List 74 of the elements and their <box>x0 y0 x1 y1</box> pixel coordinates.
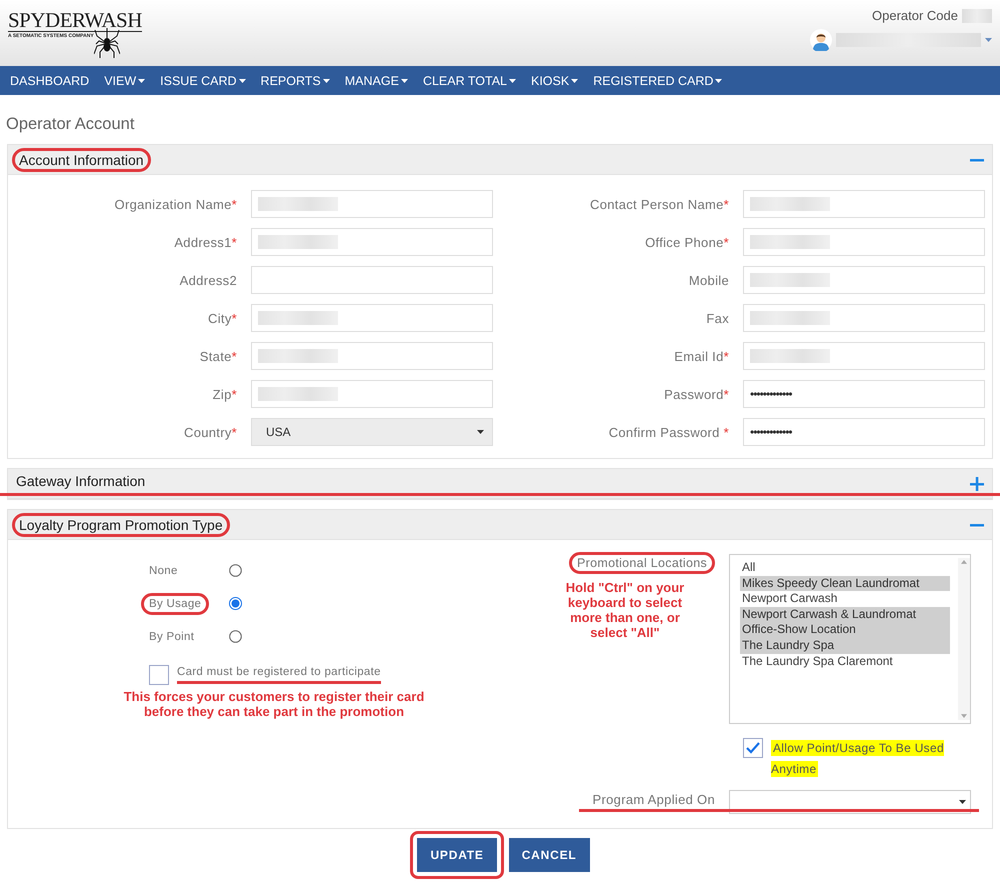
checkbox-label: Allow Point/Usage To Be Used Anytime <box>771 739 945 779</box>
radio-button[interactable] <box>229 597 242 610</box>
list-option[interactable]: The Laundry Spa Claremont <box>740 654 950 670</box>
field-label: City* <box>207 310 237 326</box>
input-field[interactable] <box>743 342 985 370</box>
spider-icon <box>94 28 120 58</box>
logo-wordmark: SPYDERWASH <box>8 10 142 32</box>
field-label: Email Id* <box>673 348 729 364</box>
section-title: Gateway Information <box>15 472 146 490</box>
input-field[interactable] <box>251 190 493 218</box>
password-field[interactable]: ••••••••••••• <box>743 380 985 408</box>
field-label: Mobile <box>688 272 729 288</box>
scrollbar[interactable] <box>958 558 970 720</box>
nav-item[interactable]: REGISTERED CARD <box>585 66 730 95</box>
nav-item[interactable]: KIOSK <box>523 66 586 95</box>
expand-icon[interactable] <box>970 476 984 490</box>
list-option[interactable]: Newport Carwash <box>740 591 950 607</box>
annotation-note: Hold "Ctrl" on your keyboard to select more than one, or select "All" <box>564 580 686 640</box>
input-field[interactable] <box>743 304 985 332</box>
list-option[interactable]: All <box>740 560 950 576</box>
input-field[interactable] <box>251 380 493 408</box>
locations-listbox[interactable]: All Mikes Speedy Clean Laundromat Newport Carwash Newport Carwash & Laundromat Office-Show Location The Laundry Spa The Laundry Spa Claremont <box>729 554 971 724</box>
input-field[interactable] <box>743 190 985 218</box>
input-field[interactable] <box>251 342 493 370</box>
checkbox[interactable] <box>149 665 169 685</box>
list-option[interactable]: Office-Show Location <box>740 622 950 638</box>
field-label: Password* <box>663 386 729 402</box>
caret-icon <box>959 800 966 804</box>
list-option[interactable]: Mikes Speedy Clean Laundromat <box>740 576 950 592</box>
field-label: Office Phone* <box>644 234 729 250</box>
field-label: Program Applied On <box>592 792 715 806</box>
check-icon <box>746 742 760 754</box>
action-button[interactable]: UPDATE <box>417 838 497 872</box>
input-field[interactable] <box>743 228 985 256</box>
field-label: Fax <box>705 310 729 326</box>
nav-item[interactable]: DASHBOARD <box>2 66 96 95</box>
input-field[interactable] <box>743 266 985 294</box>
nav-item[interactable]: ISSUE CARD <box>152 66 253 95</box>
nav-item[interactable]: REPORTS <box>252 66 337 95</box>
field-label: Country* <box>183 424 237 440</box>
caret-icon <box>985 38 992 42</box>
field-label: Promotional Locations <box>569 552 715 574</box>
user-menu[interactable] <box>810 29 992 51</box>
list-option[interactable]: The Laundry Spa <box>740 638 950 654</box>
nav-item[interactable]: VIEW <box>96 66 152 95</box>
section-title: Account Information <box>12 148 151 172</box>
input-field[interactable] <box>251 304 493 332</box>
password-field[interactable]: ••••••••••••• <box>743 418 985 446</box>
radio-label: None <box>149 564 178 576</box>
operator-code-label: Operator Code <box>872 8 958 23</box>
field-label: Address2 <box>178 272 237 288</box>
caret-icon <box>477 430 484 434</box>
field-label: Organization Name* <box>114 196 237 212</box>
checkbox[interactable] <box>743 738 763 758</box>
list-option[interactable]: Newport Carwash & Laundromat <box>740 606 950 622</box>
input-field[interactable] <box>251 266 493 294</box>
avatar-icon <box>810 29 832 51</box>
radio-button[interactable] <box>229 564 242 577</box>
field-label: Zip* <box>212 386 237 402</box>
page-title: Operator Account <box>6 115 136 134</box>
action-button[interactable]: CANCEL <box>508 838 590 872</box>
field-label: State* <box>198 348 237 364</box>
radio-label: By Usage <box>141 592 210 614</box>
annotation-note: This forces your customers to register their card before they can take part in the promotion <box>122 689 426 719</box>
input-field[interactable] <box>251 228 493 256</box>
nav-item[interactable]: MANAGE <box>336 66 415 95</box>
radio-button[interactable] <box>229 630 242 643</box>
radio-label: By Point <box>149 630 194 642</box>
field-label: Contact Person Name* <box>589 196 729 212</box>
field-label: Confirm Password * <box>608 424 729 440</box>
field-label: Address1* <box>173 234 237 250</box>
section-title: Loyalty Program Promotion Type <box>12 512 230 536</box>
nav-item[interactable]: CLEAR TOTAL <box>414 66 523 95</box>
checkbox-label: Card must be registered to participate <box>177 666 381 684</box>
